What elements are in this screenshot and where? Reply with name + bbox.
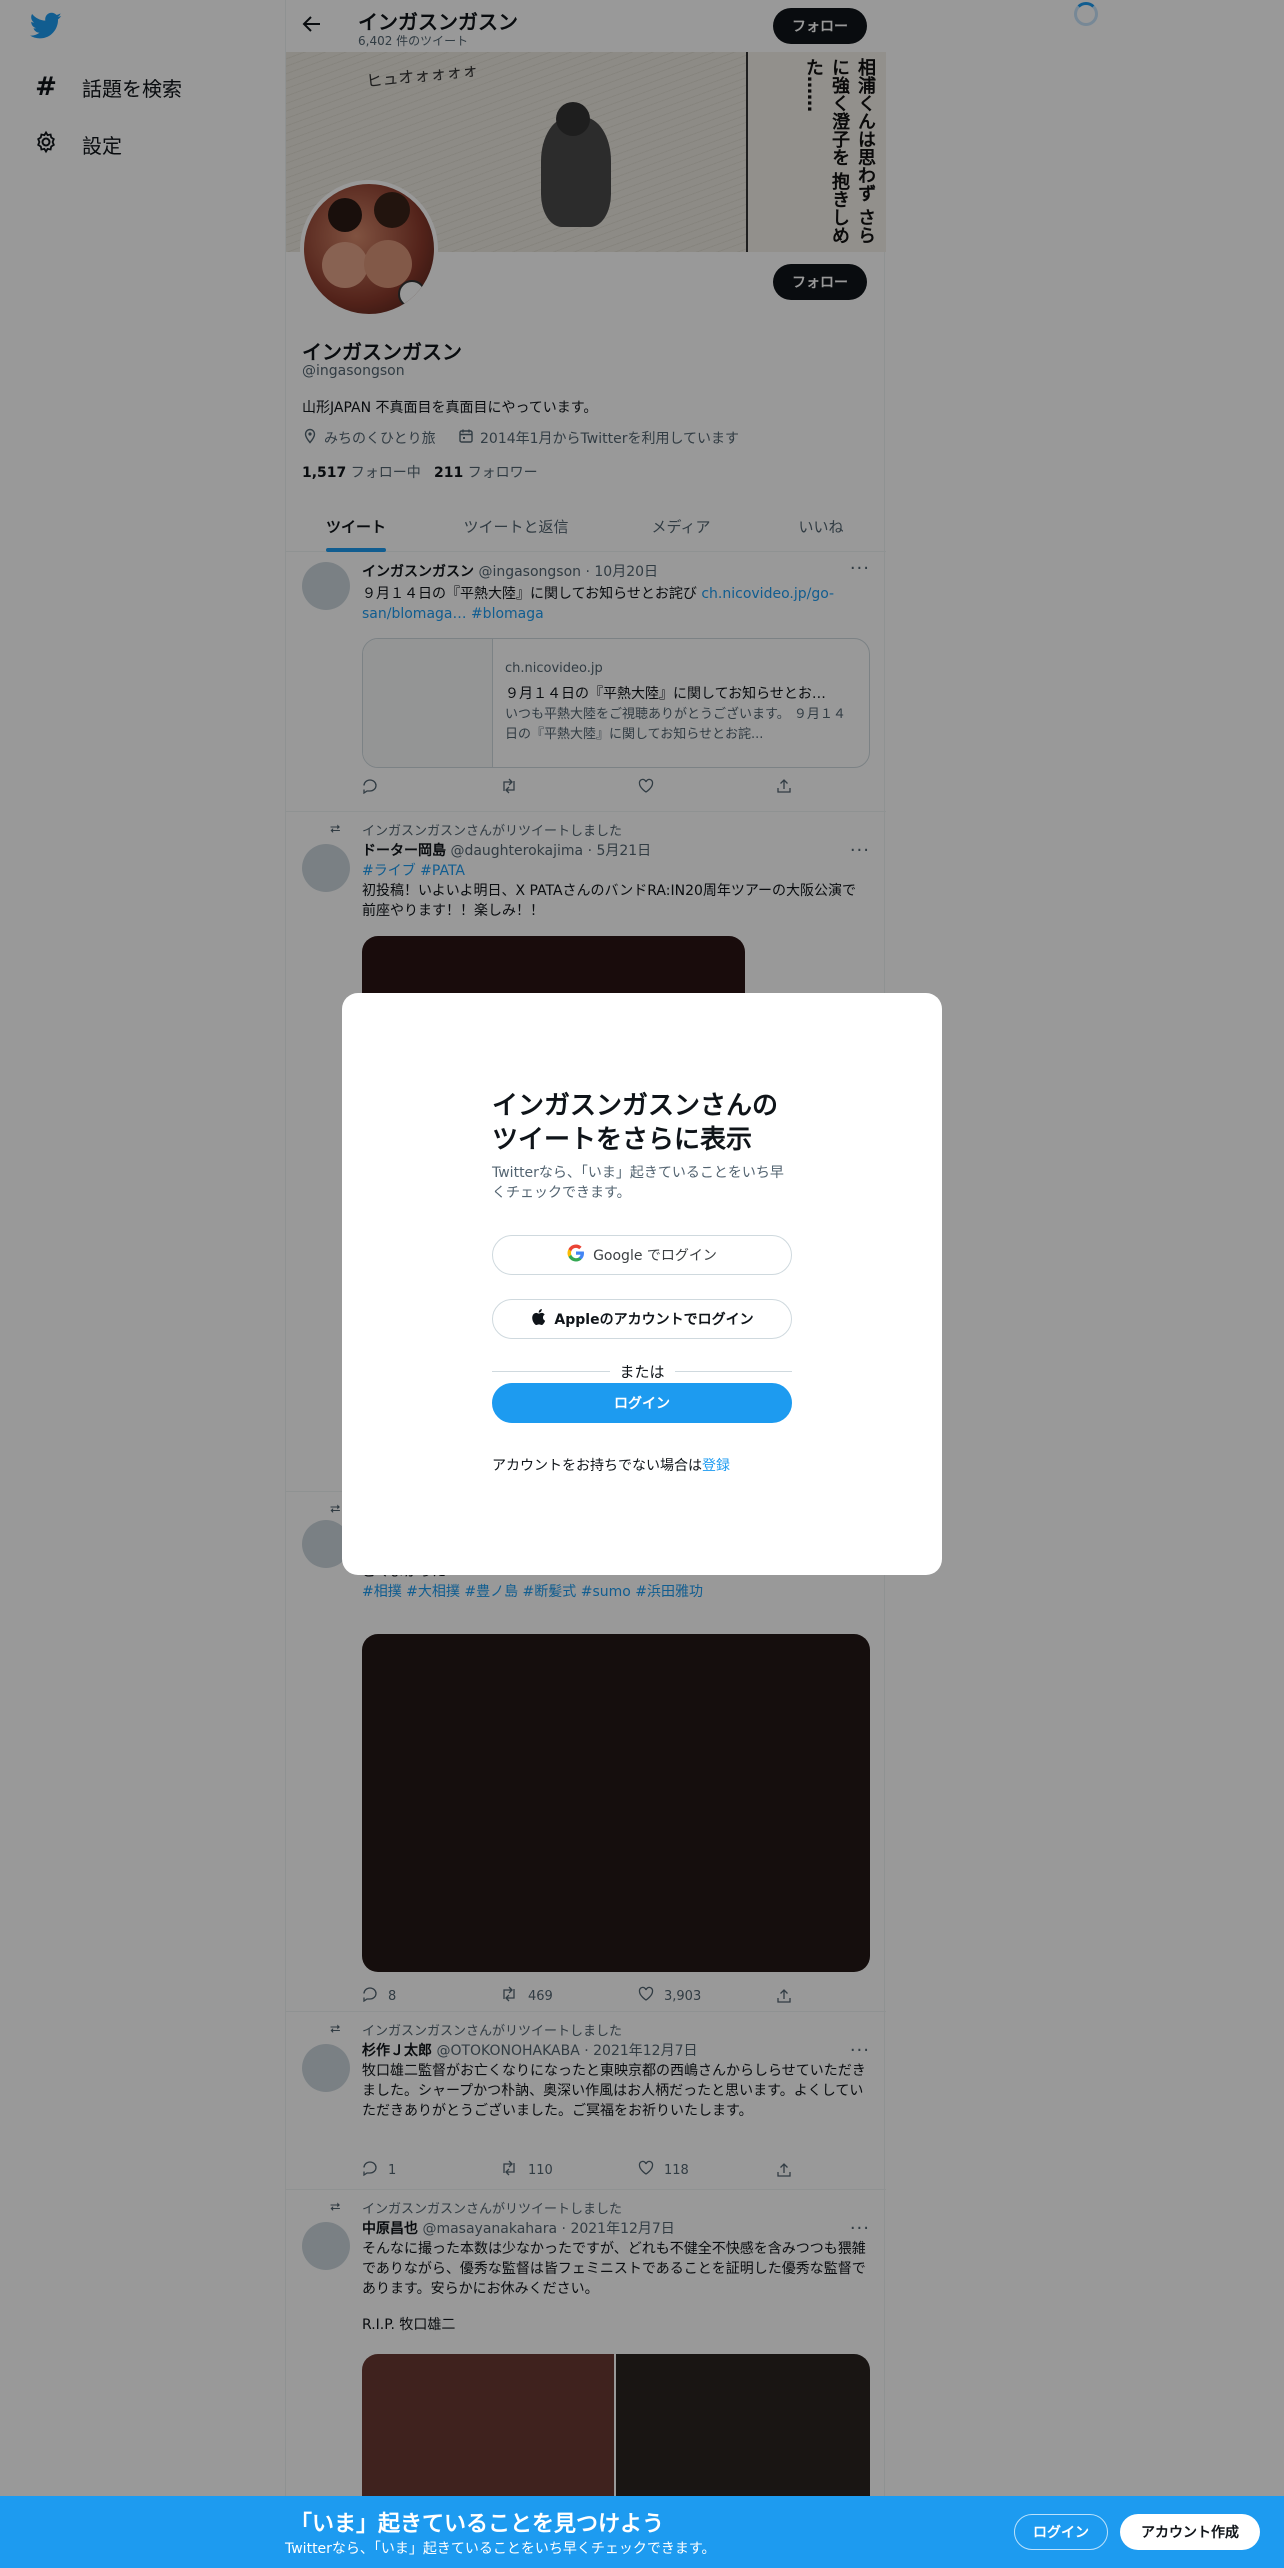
- bottom-signup-bar: 「いま」起きていることを見つけよう Twitterなら、「いま」起きていることを…: [0, 2496, 1284, 2568]
- login-prompt-modal: インガスンガスンさんのツイートをさらに表示 Twitterなら、「いま」起きてい…: [342, 993, 942, 1575]
- google-icon: [567, 1244, 585, 1266]
- google-login-label: Google でログイン: [593, 1248, 717, 1264]
- apple-login-label: Appleのアカウントでログイン: [554, 1312, 754, 1328]
- modal-title: インガスンガスンさんのツイートをさらに表示: [492, 1091, 779, 1155]
- signup-link[interactable]: 登録: [702, 1458, 730, 1474]
- apple-login-button[interactable]: Appleのアカウントでログイン: [492, 1299, 792, 1339]
- bottom-bar-title: 「いま」起きていることを見つけよう: [290, 2512, 665, 2537]
- login-button[interactable]: ログイン: [492, 1383, 792, 1423]
- signup-prompt: アカウントをお持ちでない場合は登録: [492, 1455, 730, 1475]
- bottom-bar-subtitle: Twitterなら、「いま」起きていることをいち早くチェックできます。: [285, 2541, 716, 2557]
- google-login-button[interactable]: Google でログイン: [492, 1235, 792, 1275]
- bottom-login-button[interactable]: ログイン: [1014, 2514, 1108, 2550]
- apple-icon: [530, 1308, 546, 1330]
- or-label: または: [619, 1362, 665, 1381]
- bottom-signup-button[interactable]: アカウント作成: [1120, 2514, 1260, 2550]
- signup-prompt-text: アカウントをお持ちでない場合は: [492, 1458, 702, 1474]
- modal-subtitle: Twitterなら、「いま」起きていることをいち早くチェックできます。: [492, 1165, 784, 1201]
- or-divider: または: [492, 1361, 793, 1381]
